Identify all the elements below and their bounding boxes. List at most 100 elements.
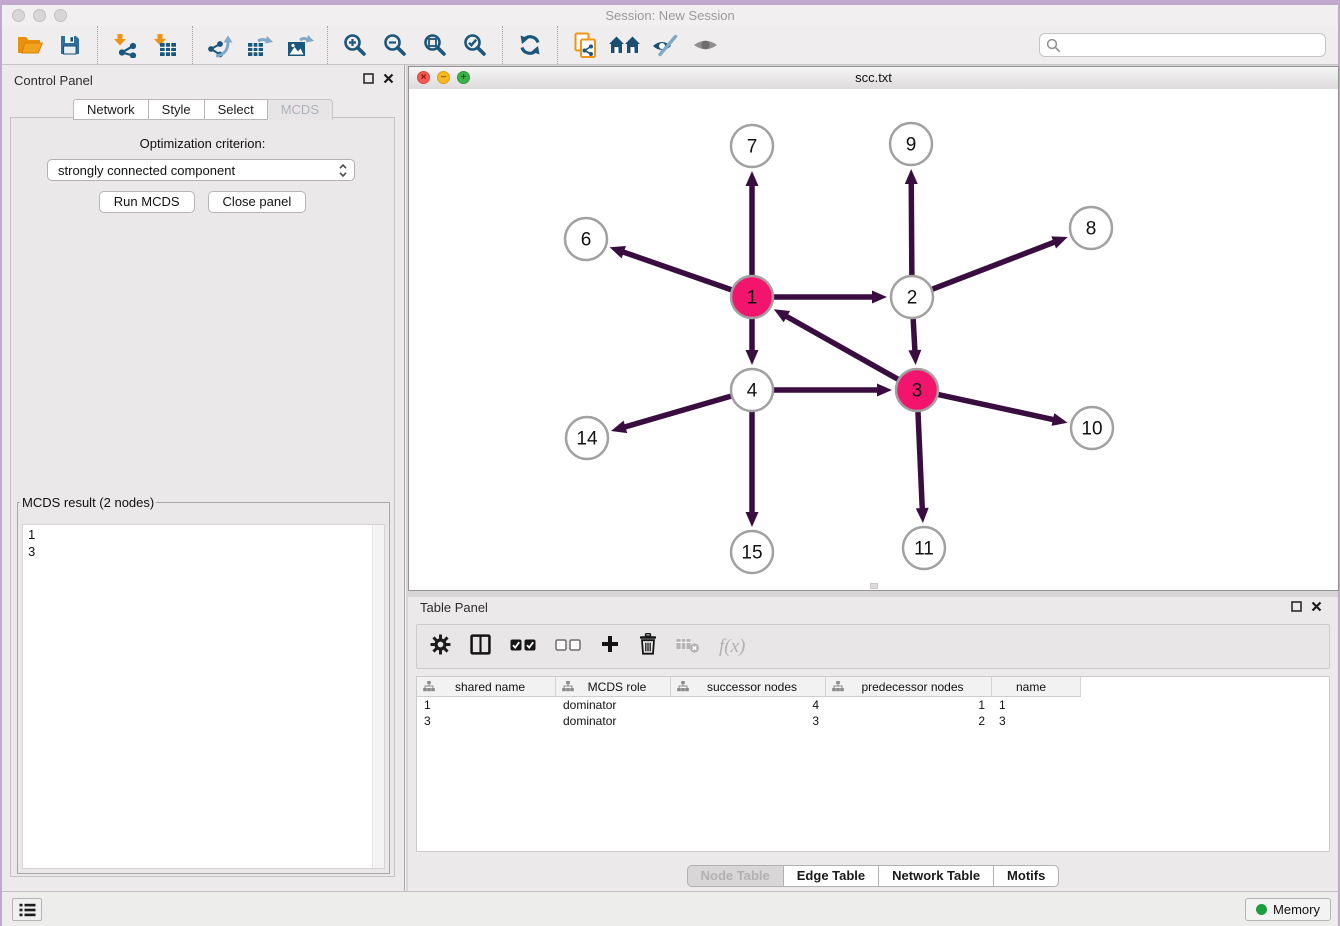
delete-table-button[interactable] (676, 635, 700, 658)
graph-node-label: 10 (1081, 419, 1102, 440)
tab-network[interactable]: Network (73, 99, 149, 120)
search-icon (1046, 38, 1061, 53)
network-window-titlebar[interactable]: × − + scc.txt (409, 67, 1338, 90)
column-header-successor-nodes[interactable]: successor nodes (671, 677, 826, 696)
graph-edge[interactable] (911, 182, 912, 277)
tab-network-table[interactable]: Network Table (879, 865, 994, 887)
export-network-button[interactable] (203, 29, 237, 61)
tab-edge-table[interactable]: Edge Table (784, 865, 879, 887)
graph-node-15[interactable]: 15 (731, 531, 773, 573)
tab-motifs[interactable]: Motifs (994, 865, 1059, 887)
clone-network-icon (573, 32, 597, 59)
memory-button[interactable]: Memory (1245, 898, 1331, 921)
list-icon (19, 903, 36, 917)
tab-style[interactable]: Style (149, 99, 205, 120)
import-network-button[interactable] (108, 29, 142, 61)
function-builder-button[interactable]: f(x) (719, 636, 745, 658)
table-row[interactable]: 3 dominator 3 2 3 (417, 713, 1081, 729)
deselect-all-button[interactable] (555, 638, 581, 656)
maximize-network-window-button[interactable]: + (457, 71, 470, 84)
graph-node-1[interactable]: 1 (731, 276, 773, 318)
close-network-window-button[interactable]: × (417, 71, 430, 84)
graph-edge[interactable] (623, 396, 732, 428)
minimize-window-button[interactable] (33, 9, 46, 22)
graph-node-label: 7 (747, 137, 758, 158)
graph-edge[interactable] (622, 252, 733, 291)
control-panel-title: Control Panel (14, 73, 93, 88)
main-toolbar (2, 26, 1338, 65)
tab-node-table[interactable]: Node Table (687, 865, 784, 887)
graph-edge[interactable] (918, 410, 922, 510)
column-layout-button[interactable] (470, 634, 491, 660)
close-window-button[interactable] (12, 9, 25, 22)
graph-node-10[interactable]: 10 (1071, 407, 1113, 449)
trash-icon (639, 633, 657, 655)
minimize-network-window-button[interactable]: − (437, 71, 450, 84)
delete-table-icon (676, 635, 700, 653)
zoom-selected-button[interactable] (458, 29, 492, 61)
hide-graphics-details-button[interactable] (648, 29, 682, 61)
houses-button[interactable] (608, 29, 642, 61)
search-input[interactable] (1061, 37, 1325, 54)
graph-node-7[interactable]: 7 (731, 125, 773, 167)
run-mcds-button[interactable]: Run MCDS (99, 191, 195, 213)
close-panel-icon[interactable] (383, 73, 394, 84)
tab-select[interactable]: Select (205, 99, 268, 120)
float-table-panel-icon[interactable] (1291, 601, 1302, 612)
graph-node-11[interactable]: 11 (903, 527, 945, 569)
maximize-window-button[interactable] (54, 9, 67, 22)
window-title: Session: New Session (2, 5, 1338, 26)
selected-option-label: strongly connected component (58, 163, 338, 178)
graph-node-8[interactable]: 8 (1070, 207, 1112, 249)
graph-edge[interactable] (931, 242, 1056, 290)
column-header-shared-name[interactable]: shared name (417, 677, 556, 696)
export-image-button[interactable] (283, 29, 317, 61)
save-session-button[interactable] (53, 29, 87, 61)
search-field[interactable] (1039, 33, 1326, 57)
table-settings-button[interactable] (430, 634, 451, 660)
graph-node-4[interactable]: 4 (731, 369, 773, 411)
zoom-in-button[interactable] (338, 29, 372, 61)
open-folder-icon (17, 34, 43, 56)
splitter-grip[interactable] (870, 583, 878, 589)
save-floppy-icon (59, 34, 81, 56)
open-session-button[interactable] (13, 29, 47, 61)
column-header-mcds-role[interactable]: MCDS role (556, 677, 671, 696)
import-table-button[interactable] (148, 29, 182, 61)
refresh-button[interactable] (513, 29, 547, 61)
graph-edge[interactable] (937, 394, 1055, 420)
graph-node-14[interactable]: 14 (566, 417, 608, 459)
optimization-criterion-select[interactable]: strongly connected component (47, 159, 355, 181)
column-header-name[interactable]: name (992, 677, 1081, 696)
graph-node-9[interactable]: 9 (890, 123, 932, 165)
network-graph-svg[interactable]: 7 9 6 8 1 2 4 3 14 10 15 11 (409, 89, 1338, 590)
table-row[interactable]: 1 dominator 4 1 1 (417, 697, 1081, 713)
float-panel-icon[interactable] (363, 73, 374, 84)
select-all-button[interactable] (510, 638, 536, 656)
graph-node-6[interactable]: 6 (565, 218, 607, 260)
column-header-predecessor-nodes[interactable]: predecessor nodes (826, 677, 992, 696)
delete-column-button[interactable] (639, 633, 657, 660)
export-table-button[interactable] (243, 29, 277, 61)
application-window: Session: New Session (2, 5, 1338, 926)
zoom-out-button[interactable] (378, 29, 412, 61)
graph-edge[interactable] (785, 316, 899, 381)
zoom-fit-button[interactable] (418, 29, 452, 61)
clone-network-button[interactable] (568, 29, 602, 61)
show-graphics-details-button[interactable] (688, 29, 722, 61)
table-header-row: shared name MCDS role successor nodes pr… (417, 677, 1081, 697)
zoom-in-icon (342, 32, 368, 58)
network-canvas[interactable]: 7 9 6 8 1 2 4 3 14 10 15 11 (409, 89, 1338, 590)
graph-edge[interactable] (913, 317, 915, 352)
hierarchy-icon (677, 681, 689, 692)
result-scrollbar[interactable] (372, 525, 384, 868)
mcds-result-text-area[interactable]: 1 3 (22, 524, 385, 869)
close-panel-button[interactable]: Close panel (208, 191, 307, 213)
tab-mcds[interactable]: MCDS (268, 99, 333, 120)
task-history-button[interactable] (12, 898, 42, 921)
graph-node-2[interactable]: 2 (891, 276, 933, 318)
hierarchy-icon (832, 681, 844, 692)
graph-node-3[interactable]: 3 (896, 369, 938, 411)
close-table-panel-icon[interactable] (1311, 601, 1322, 612)
add-column-button[interactable] (600, 634, 620, 659)
